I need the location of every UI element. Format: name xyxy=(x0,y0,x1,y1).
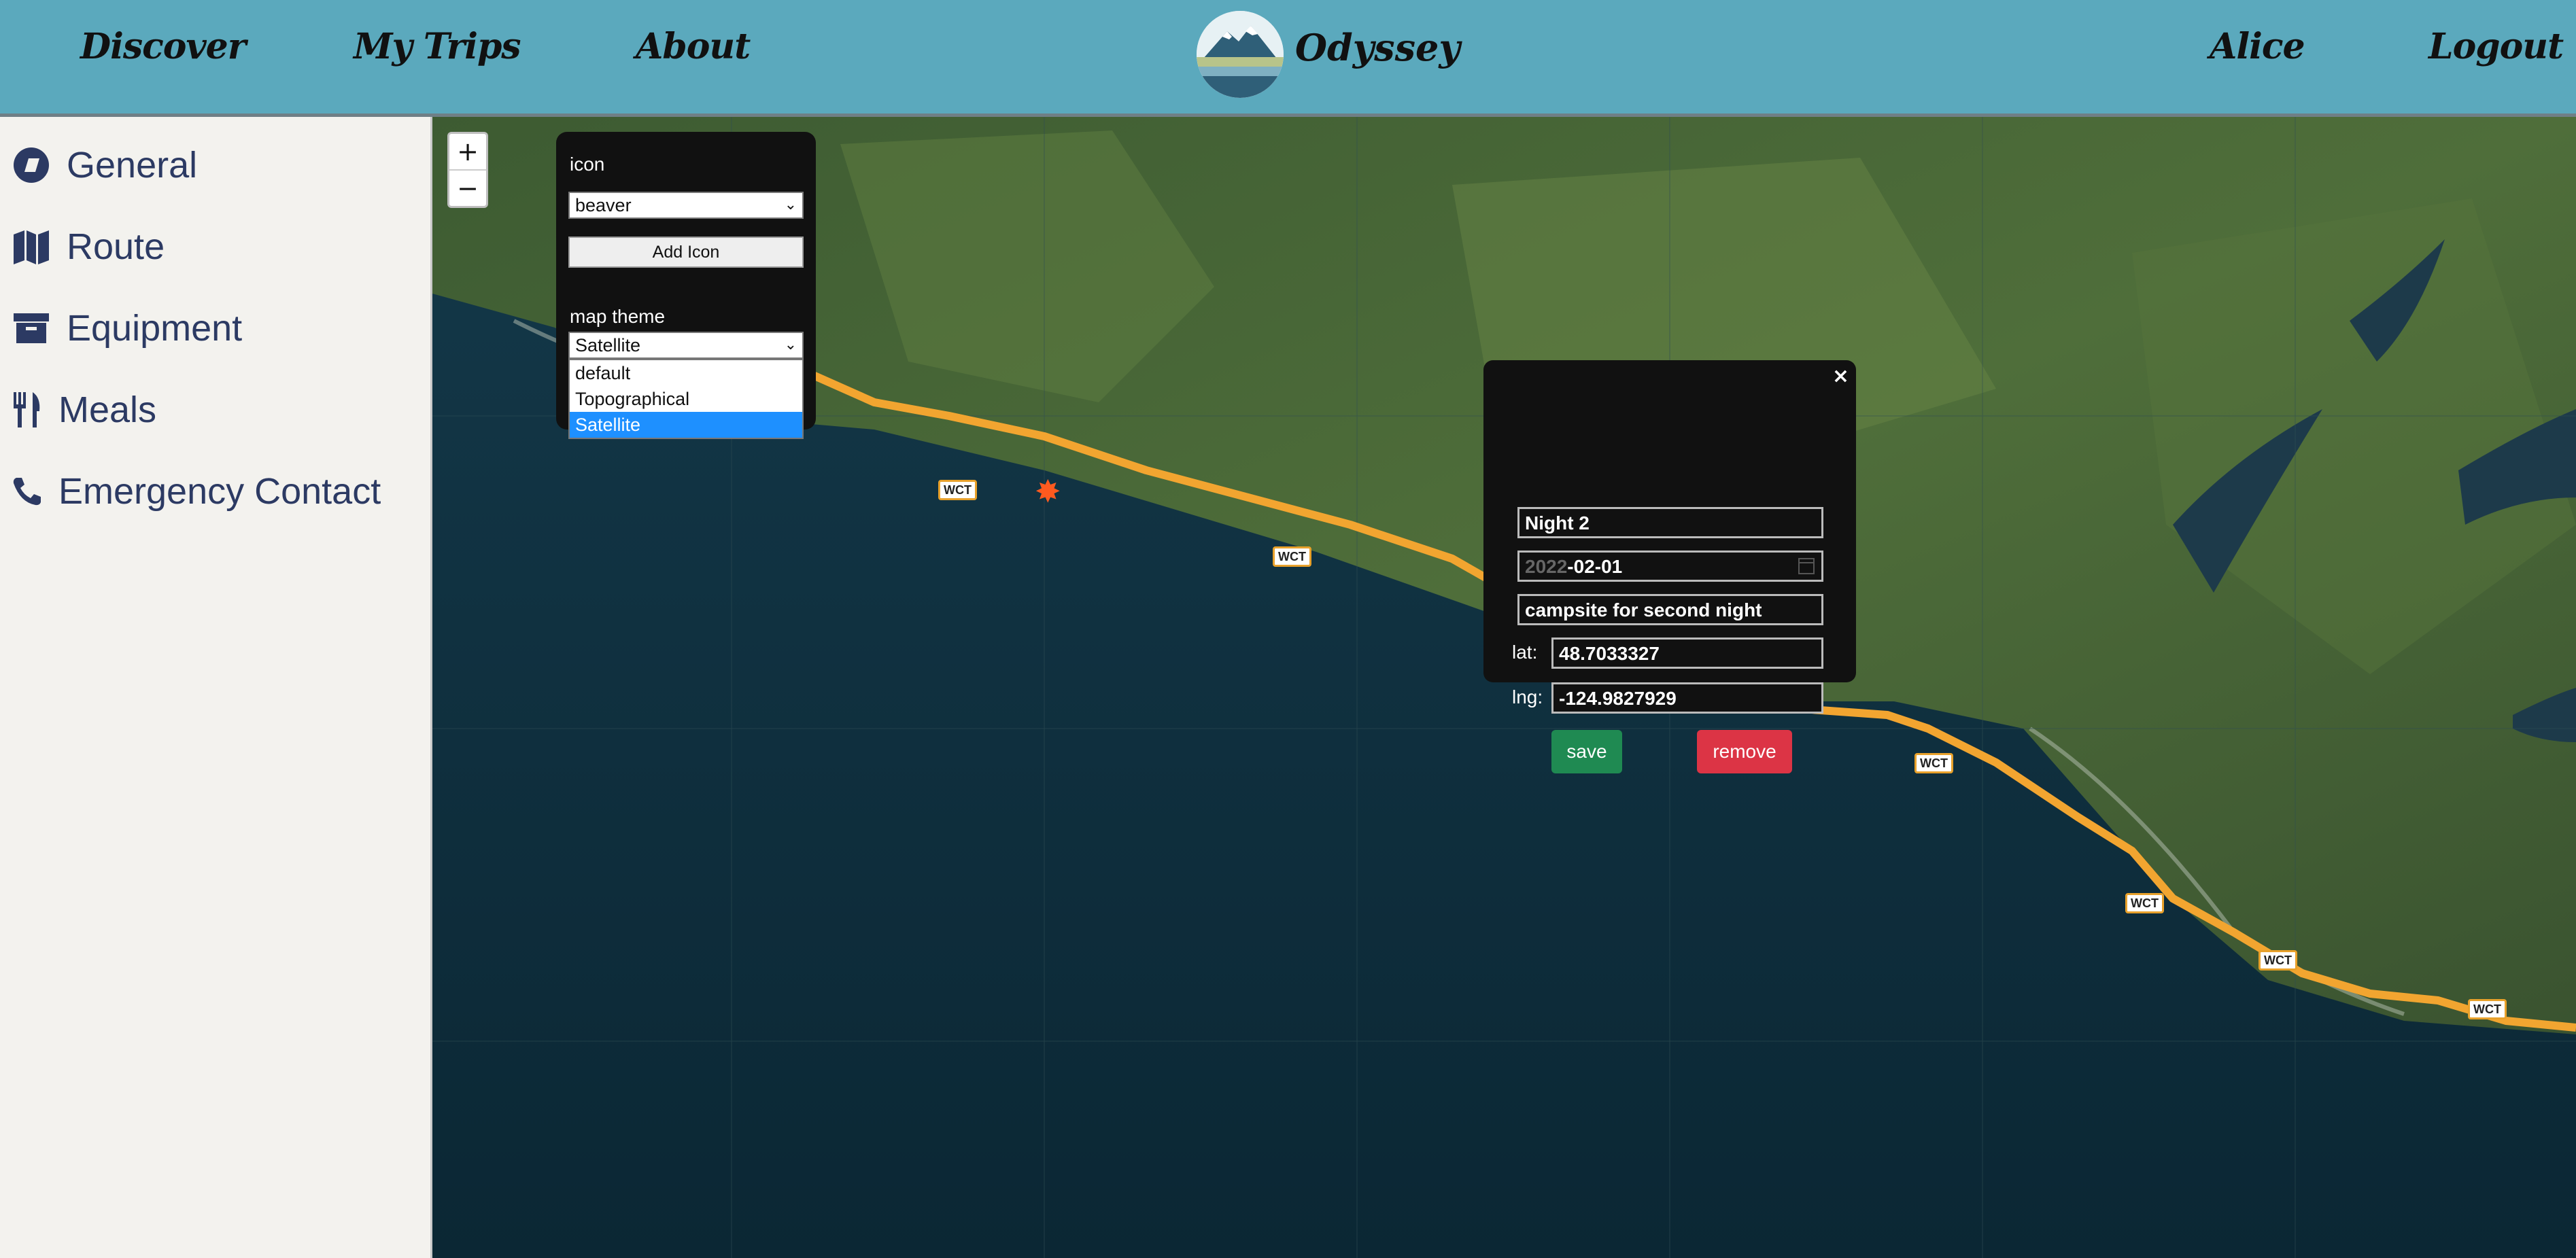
theme-option-default[interactable]: default xyxy=(570,360,802,386)
campsite-marker-icon[interactable]: ✸ xyxy=(1035,476,1061,507)
sidebar-item-meals[interactable]: Meals xyxy=(12,389,156,431)
waypoint-date-field[interactable]: 2022-02-01 xyxy=(1517,551,1823,582)
phone-icon xyxy=(12,472,42,510)
map-icon xyxy=(12,228,50,266)
route-label: WCT xyxy=(1914,753,1953,773)
sidebar-item-label: Meals xyxy=(58,389,157,430)
zoom-control: + − xyxy=(447,132,488,208)
archive-box-icon xyxy=(12,309,50,347)
route-label: WCT xyxy=(2468,999,2507,1019)
nav-my-trips[interactable]: My Trips xyxy=(354,26,521,67)
lng-label: lng: xyxy=(1512,686,1543,707)
sidebar-item-emergency-contact[interactable]: Emergency Contact xyxy=(12,470,381,512)
sidebar-item-equipment[interactable]: Equipment xyxy=(12,307,242,349)
chevron-down-icon: ⌄ xyxy=(784,336,797,353)
map-control-panel: icon beaver ⌄ Add Icon map theme Satelli… xyxy=(556,132,816,439)
close-icon[interactable]: × xyxy=(1832,364,1849,388)
route-label: WCT xyxy=(2259,950,2297,971)
icon-label: icon xyxy=(570,154,605,175)
sidebar-item-label: General xyxy=(67,145,198,186)
odyssey-logo-icon[interactable] xyxy=(1197,11,1284,98)
utensils-icon xyxy=(12,391,42,429)
theme-option-topographical[interactable]: Topographical xyxy=(570,386,802,412)
user-name-link[interactable]: Alice xyxy=(2210,26,2305,67)
logout-link[interactable]: Logout xyxy=(2428,26,2564,67)
sidebar-item-route[interactable]: Route xyxy=(12,226,165,268)
icon-select-value: beaver xyxy=(575,195,632,215)
nav-about[interactable]: About xyxy=(636,26,751,67)
chevron-down-icon: ⌄ xyxy=(784,196,797,213)
theme-option-satellite[interactable]: Satellite xyxy=(570,412,802,438)
zoom-out-button[interactable]: − xyxy=(449,169,486,206)
zoom-in-button[interactable]: + xyxy=(449,134,486,169)
waypoint-edit-popup: × Night 2 2022-02-01 campsite for second… xyxy=(1483,360,1856,773)
map-theme-select-value: Satellite xyxy=(575,335,641,355)
route-label: WCT xyxy=(1273,546,1311,567)
calendar-icon[interactable] xyxy=(1798,558,1815,574)
map-theme-dropdown: default Topographical Satellite xyxy=(568,359,804,439)
remove-button[interactable]: remove xyxy=(1697,730,1792,773)
nav-discover[interactable]: Discover xyxy=(80,26,246,67)
add-icon-button[interactable]: Add Icon xyxy=(568,237,804,268)
lat-label: lat: xyxy=(1512,642,1538,663)
route-label: WCT xyxy=(938,480,977,500)
waypoint-description-field[interactable]: campsite for second night xyxy=(1517,594,1823,625)
sidebar-item-label: Route xyxy=(67,226,165,267)
top-navbar: Discover My Trips About Odyssey Alice Lo… xyxy=(0,0,2576,117)
date-year-placeholder: 2022 xyxy=(1525,556,1568,577)
sidebar: General Route Equipment Meals Emergency … xyxy=(0,117,432,1258)
save-button[interactable]: save xyxy=(1551,730,1622,773)
date-rest: -02-01 xyxy=(1567,556,1623,577)
sidebar-item-label: Equipment xyxy=(67,308,243,349)
latitude-field[interactable]: 48.7033327 xyxy=(1551,637,1823,669)
sidebar-item-general[interactable]: General xyxy=(12,144,197,186)
compass-icon xyxy=(12,146,50,184)
icon-select[interactable]: beaver ⌄ xyxy=(568,192,804,219)
map-view[interactable]: WCT WCT WCT WCT WCT WCT WCT WCT ✸ ✸ + − … xyxy=(432,117,2576,1258)
sidebar-item-label: Emergency Contact xyxy=(58,471,381,512)
brand-title[interactable]: Odyssey xyxy=(1295,26,1460,69)
longitude-field[interactable]: -124.9827929 xyxy=(1551,682,1823,714)
map-theme-select[interactable]: Satellite ⌄ xyxy=(568,332,804,359)
route-label: WCT xyxy=(2125,893,2164,913)
map-theme-label: map theme xyxy=(570,306,666,327)
waypoint-name-field[interactable]: Night 2 xyxy=(1517,507,1823,538)
